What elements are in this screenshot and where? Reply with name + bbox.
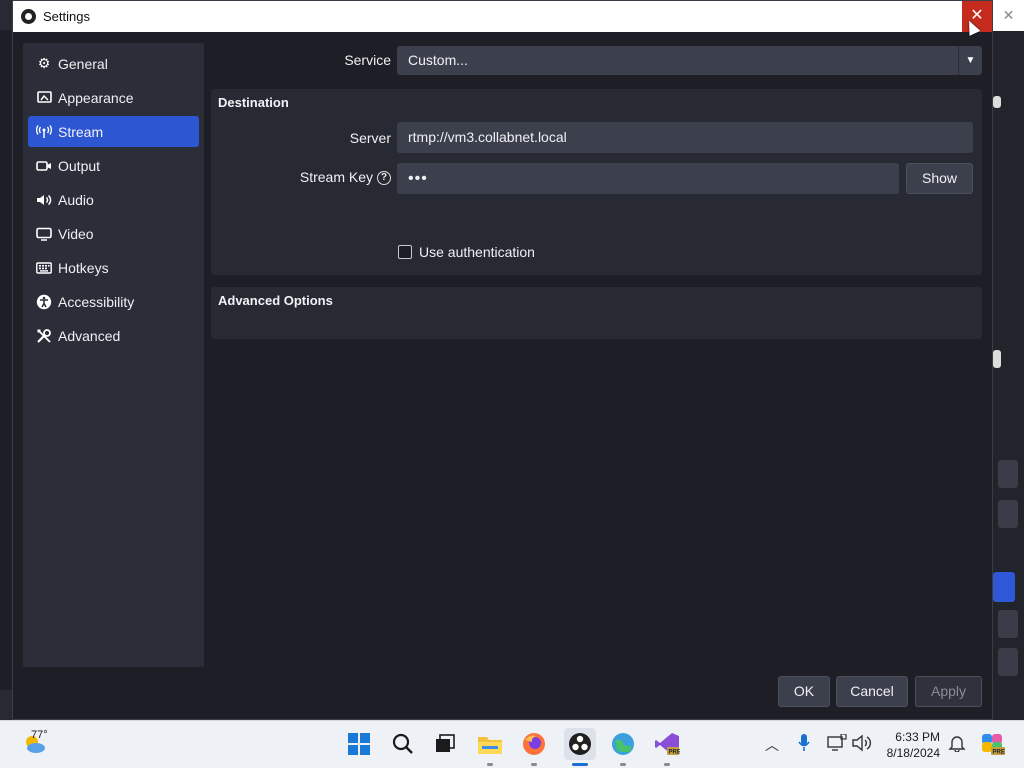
main-dock-button[interactable] bbox=[998, 460, 1018, 488]
show-hidden-icons-chevron-icon[interactable]: ︿ bbox=[765, 735, 779, 755]
svg-text:PRE: PRE bbox=[669, 750, 681, 756]
show-key-button[interactable]: Show bbox=[906, 163, 973, 194]
main-active-control[interactable] bbox=[993, 572, 1015, 602]
sidebar-item-label: Stream bbox=[58, 123, 104, 140]
main-window-close-icon[interactable]: ✕ bbox=[993, 0, 1024, 31]
running-indicator bbox=[531, 763, 537, 766]
sidebar-item-general[interactable]: ⚙ General bbox=[28, 48, 199, 79]
main-scroll-thumb bbox=[993, 96, 1001, 108]
notification-bell-icon[interactable] bbox=[948, 734, 966, 755]
service-value: Custom... bbox=[408, 52, 468, 68]
visual-studio-icon[interactable]: PRE bbox=[654, 731, 680, 757]
file-explorer-icon[interactable] bbox=[477, 731, 503, 757]
clock-date: 8/18/2024 bbox=[886, 746, 940, 760]
speaker-icon bbox=[36, 192, 52, 208]
sidebar-item-audio[interactable]: Audio bbox=[28, 184, 199, 215]
main-dock-button[interactable] bbox=[998, 648, 1018, 676]
keyboard-icon bbox=[36, 260, 52, 276]
microphone-icon[interactable] bbox=[797, 733, 811, 756]
settings-dialog: Settings ✕ ⚙ General Appearance Stream O… bbox=[12, 0, 993, 720]
server-label: Server bbox=[349, 130, 391, 146]
monitor-icon bbox=[36, 226, 52, 242]
windows-taskbar: 77° PRE ︿ 6:33 PM 8/18/2024 PRE bbox=[0, 720, 1024, 768]
weather-temp: 77° bbox=[31, 729, 48, 741]
ok-button[interactable]: OK bbox=[778, 676, 830, 707]
volume-icon[interactable] bbox=[852, 734, 872, 755]
active-app-indicator bbox=[572, 763, 588, 766]
copilot-icon[interactable]: PRE bbox=[980, 731, 1006, 760]
obs-icon[interactable] bbox=[564, 728, 596, 760]
system-clock[interactable]: 6:33 PM 8/18/2024 bbox=[878, 729, 940, 761]
firefox-icon[interactable] bbox=[521, 731, 547, 757]
apply-button[interactable]: Apply bbox=[915, 676, 982, 707]
use-authentication-checkbox[interactable] bbox=[398, 245, 412, 259]
window-title: Settings bbox=[43, 9, 90, 24]
advanced-options-group: Advanced Options bbox=[211, 287, 982, 339]
sidebar-item-hotkeys[interactable]: Hotkeys bbox=[28, 252, 199, 283]
sidebar-item-label: Hotkeys bbox=[58, 259, 109, 276]
use-authentication-label[interactable]: Use authentication bbox=[419, 244, 535, 260]
destination-title: Destination bbox=[218, 95, 289, 110]
server-input[interactable]: rtmp://vm3.collabnet.local bbox=[397, 122, 973, 153]
main-scroll-thumb-2 bbox=[993, 350, 1001, 368]
main-window-left-edge bbox=[0, 30, 12, 690]
antenna-icon bbox=[36, 124, 52, 140]
search-icon[interactable] bbox=[390, 731, 416, 757]
sidebar-item-appearance[interactable]: Appearance bbox=[28, 82, 199, 113]
stream-key-input[interactable]: ••• bbox=[397, 163, 899, 194]
stream-key-label: Stream Key bbox=[299, 169, 373, 185]
accessibility-icon bbox=[36, 294, 52, 310]
output-icon bbox=[36, 158, 52, 174]
running-indicator bbox=[487, 763, 493, 766]
sidebar-item-label: Video bbox=[58, 225, 94, 242]
sidebar-item-stream[interactable]: Stream bbox=[28, 116, 199, 147]
settings-sidebar: ⚙ General Appearance Stream Output Audio… bbox=[23, 43, 204, 667]
svg-text:PRE: PRE bbox=[993, 750, 1005, 756]
start-icon[interactable] bbox=[346, 731, 372, 757]
help-icon[interactable]: ? bbox=[377, 171, 391, 186]
network-icon[interactable] bbox=[827, 733, 847, 755]
appearance-icon bbox=[36, 90, 52, 106]
running-indicator bbox=[664, 763, 670, 766]
main-dock-button[interactable] bbox=[998, 500, 1018, 528]
advanced-options-title: Advanced Options bbox=[218, 293, 333, 308]
sidebar-item-label: Accessibility bbox=[58, 293, 135, 310]
sidebar-item-label: Advanced bbox=[58, 327, 121, 344]
sidebar-item-accessibility[interactable]: Accessibility bbox=[28, 286, 199, 317]
main-window-right-edge bbox=[993, 30, 1024, 720]
clock-time: 6:33 PM bbox=[895, 730, 940, 744]
obs-app-icon bbox=[21, 9, 36, 24]
cancel-button[interactable]: Cancel bbox=[836, 676, 908, 707]
task-view-icon[interactable] bbox=[432, 731, 458, 757]
tools-icon bbox=[36, 328, 52, 344]
sidebar-item-label: General bbox=[58, 55, 108, 72]
sidebar-item-video[interactable]: Video bbox=[28, 218, 199, 249]
destination-group: Destination Server rtmp://vm3.collabnet.… bbox=[211, 89, 982, 275]
service-label: Service bbox=[344, 52, 391, 68]
chevron-down-icon: ▼ bbox=[958, 46, 982, 75]
stream-key-label-row: Stream Key? bbox=[271, 169, 391, 186]
main-dock-button[interactable] bbox=[998, 610, 1018, 638]
sidebar-item-output[interactable]: Output bbox=[28, 150, 199, 181]
gear-icon: ⚙ bbox=[37, 55, 51, 71]
service-select[interactable]: Custom... ▼ bbox=[397, 46, 982, 75]
sidebar-item-label: Output bbox=[58, 157, 101, 174]
title-bar: Settings ✕ bbox=[13, 1, 992, 32]
maps-icon[interactable] bbox=[610, 731, 636, 757]
sidebar-item-label: Audio bbox=[58, 191, 94, 208]
sidebar-item-label: Appearance bbox=[58, 89, 134, 106]
sidebar-item-advanced[interactable]: Advanced bbox=[28, 320, 199, 351]
running-indicator bbox=[620, 763, 626, 766]
